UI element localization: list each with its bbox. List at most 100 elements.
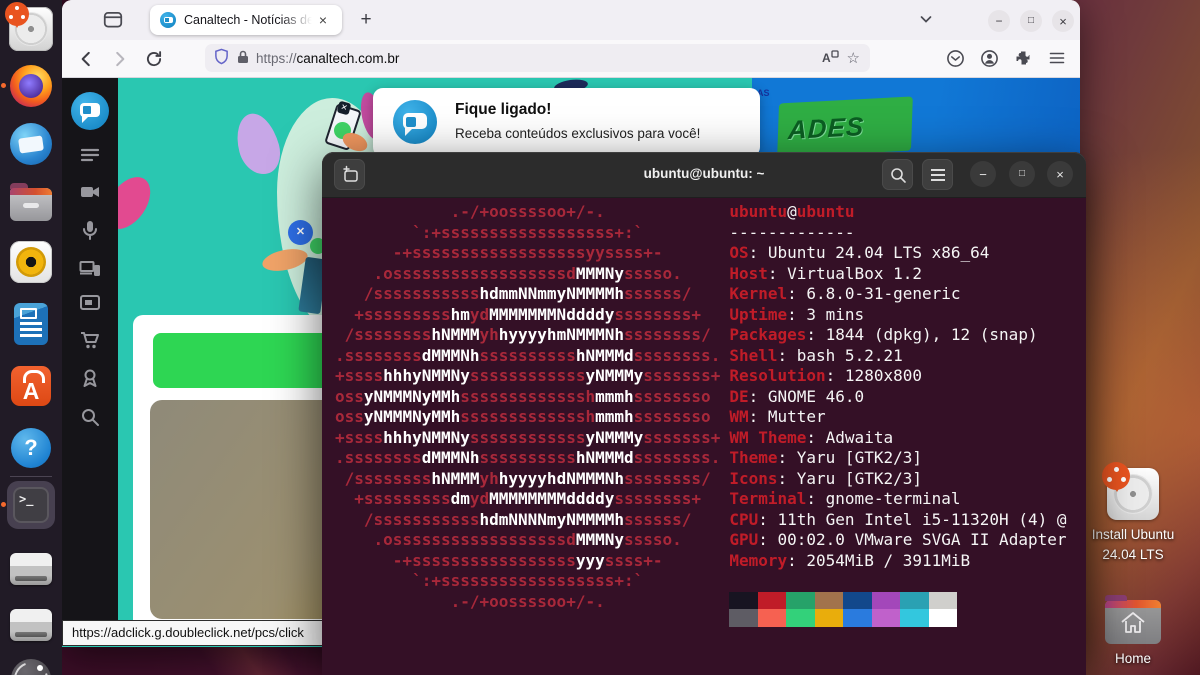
list-tabs-chevron-icon[interactable] xyxy=(918,11,934,32)
sidebar-icon-devices[interactable] xyxy=(79,257,101,284)
browser-minimize-button[interactable]: − xyxy=(988,10,1010,32)
ascii-line: -+sssssssssssssssssyyyssss+- xyxy=(335,551,720,572)
ascii-line: /sssssssshNMMMyhhyyyyhdNMMMNhssssssss/ xyxy=(335,469,720,490)
neofetch-ascii: .-/+oossssoo+/-. `:+ssssssssssssssssss+:… xyxy=(335,202,720,627)
dock-item-app-center[interactable]: A xyxy=(7,362,55,410)
neofetch-output: .-/+oossssoo+/-. `:+ssssssssssssssssss+:… xyxy=(335,202,1066,627)
terminal-minimize-button[interactable]: − xyxy=(970,161,996,187)
dock-item-disk-2[interactable] xyxy=(7,601,55,649)
ascii-line: /sssssssshNMMMyhhyyyyhmNMMMNhssssssss/ xyxy=(335,325,720,346)
ascii-line: .ssssssssdMMMNhsssssssssshNMMMdssssssss. xyxy=(335,448,720,469)
notification-title: Fique ligado! xyxy=(455,101,551,119)
dock-item-ubuntu-installer[interactable] xyxy=(7,5,55,53)
libreoffice-icon xyxy=(14,303,48,345)
account-icon[interactable] xyxy=(980,49,999,73)
sidebar-icon-search[interactable] xyxy=(79,406,101,433)
new-tab-button[interactable]: + xyxy=(354,8,378,32)
neofetch-info-line: Host: VirtualBox 1.2 xyxy=(729,264,1066,285)
canaltech-favicon xyxy=(160,12,176,28)
browser-maximize-button[interactable]: □ xyxy=(1020,10,1042,32)
lock-icon[interactable] xyxy=(236,49,250,68)
neofetch-info-line: Icons: Yaru [GTK2/3] xyxy=(729,469,1066,490)
ubuntu-desktop: Install Ubuntu 24.04 LTS Home A? >_ Canal… xyxy=(0,0,1200,675)
ad-green-banner: ADES xyxy=(777,96,913,157)
palette-swatch xyxy=(872,609,901,627)
back-icon[interactable] xyxy=(76,49,96,69)
page-teal-column xyxy=(118,78,133,621)
ascii-line: .-/+oossssoo+/-. xyxy=(335,202,720,223)
ascii-line: +sssshhhyNMMNyssssssssssssyNMMMysssssss+ xyxy=(335,366,720,387)
neofetch-info-line: Shell: bash 5.2.21 xyxy=(729,346,1066,367)
palette-swatch xyxy=(786,592,815,610)
canaltech-logo-icon xyxy=(71,92,109,130)
dock-item-files[interactable] xyxy=(7,178,55,226)
svg-text:A: A xyxy=(822,51,831,65)
disk-2-icon xyxy=(10,609,52,641)
neofetch-info-line: Terminal: gnome-terminal xyxy=(729,489,1066,510)
help-icon: ? xyxy=(11,428,51,468)
desktop-icon-install-ubuntu[interactable]: Install Ubuntu 24.04 LTS xyxy=(1083,468,1183,564)
dock-item-firefox[interactable] xyxy=(7,62,55,110)
browser-close-button[interactable]: × xyxy=(1052,10,1074,32)
sidebar-icon-screen[interactable] xyxy=(79,292,101,319)
terminal-body[interactable]: .-/+oossssoo+/-. `:+ssssssssssssssssss+:… xyxy=(322,197,1086,675)
dock-item-help[interactable]: ? xyxy=(7,424,55,472)
browser-tab-bar: Canaltech - Notícias de Te × + − □ × xyxy=(62,0,1080,40)
dock-item-thunderbird[interactable] xyxy=(7,120,55,168)
sidebar-icon-award[interactable] xyxy=(79,367,101,394)
ascii-line: /ssssssssssshdmNNNNmyNMMMMhssssss/ xyxy=(335,510,720,531)
dock-item-disk-1[interactable] xyxy=(7,545,55,593)
desktop-icon-label: Home xyxy=(1083,649,1183,669)
url-bar[interactable]: https://canaltech.com.br A ☆ xyxy=(205,44,870,72)
sidebar-icon-menu[interactable] xyxy=(79,144,101,171)
terminal-close-button[interactable]: × xyxy=(1047,161,1073,187)
extensions-puzzle-icon[interactable] xyxy=(1014,49,1032,72)
dock-item-globe[interactable] xyxy=(7,655,55,675)
neofetch-info-line: Kernel: 6.8.0-31-generic xyxy=(729,284,1066,305)
site-sidebar xyxy=(62,78,118,621)
sidebar-icon-microphone[interactable] xyxy=(79,219,101,246)
terminal-window: ubuntu@ubuntu: ~ − □ × .-/+oossssoo+/-. … xyxy=(322,152,1086,675)
pocket-icon[interactable] xyxy=(946,49,965,73)
url-scheme: https:// xyxy=(256,51,297,66)
dock-item-libreoffice[interactable] xyxy=(7,300,55,348)
firefox-view-icon[interactable] xyxy=(102,9,124,31)
dock-separator xyxy=(10,476,52,477)
terminal-menu-button[interactable] xyxy=(922,159,953,190)
running-indicator-dot xyxy=(1,502,6,507)
terminal-maximize-button[interactable]: □ xyxy=(1009,161,1035,187)
palette-swatch xyxy=(900,609,929,627)
sidebar-icon-video[interactable] xyxy=(79,181,101,208)
illustration-purple-blob xyxy=(231,109,286,179)
neofetch-info-line: WM: Mutter xyxy=(729,407,1066,428)
forward-icon[interactable] xyxy=(110,49,130,69)
translate-icon[interactable]: A xyxy=(821,49,839,68)
dock-item-terminal[interactable]: >_ xyxy=(7,481,55,529)
home-folder-icon xyxy=(1105,600,1161,644)
bookmark-star-icon[interactable]: ☆ xyxy=(847,49,860,67)
rhythmbox-icon xyxy=(10,241,52,283)
neofetch-info-line: Uptime: 3 mins xyxy=(729,305,1066,326)
desktop-icon-home[interactable]: Home xyxy=(1083,600,1183,669)
tab-close-icon[interactable]: × xyxy=(314,12,332,28)
push-notification-card[interactable]: Fique ligado! Receba conteúdos exclusivo… xyxy=(373,88,760,157)
ad-leaderboard[interactable]: AS ADES xyxy=(752,78,1080,158)
tracking-protection-shield-icon[interactable] xyxy=(214,48,229,68)
sidebar-icon-canaltech-logo[interactable] xyxy=(71,92,109,135)
palette-row xyxy=(729,592,1066,610)
terminal-header-bar[interactable]: ubuntu@ubuntu: ~ − □ × xyxy=(322,152,1086,198)
dock-item-rhythmbox[interactable] xyxy=(7,238,55,286)
neofetch-info-line: Theme: Yaru [GTK2/3] xyxy=(729,448,1066,469)
menu-hamburger-icon[interactable] xyxy=(1048,49,1066,72)
palette-swatch xyxy=(786,609,815,627)
neofetch-info-line: Resolution: 1280x800 xyxy=(729,366,1066,387)
terminal-search-button[interactable] xyxy=(882,159,913,190)
tab-canaltech[interactable]: Canaltech - Notícias de Te × xyxy=(150,5,342,35)
palette-swatch xyxy=(729,609,758,627)
sidebar-icon-cart[interactable] xyxy=(79,329,101,356)
reload-icon[interactable] xyxy=(144,49,164,69)
palette-swatch xyxy=(758,592,787,610)
palette-swatch xyxy=(815,609,844,627)
ascii-line: .ossssssssssssssssssdMMMNysssso. xyxy=(335,530,720,551)
running-indicator-dot xyxy=(1,83,6,88)
